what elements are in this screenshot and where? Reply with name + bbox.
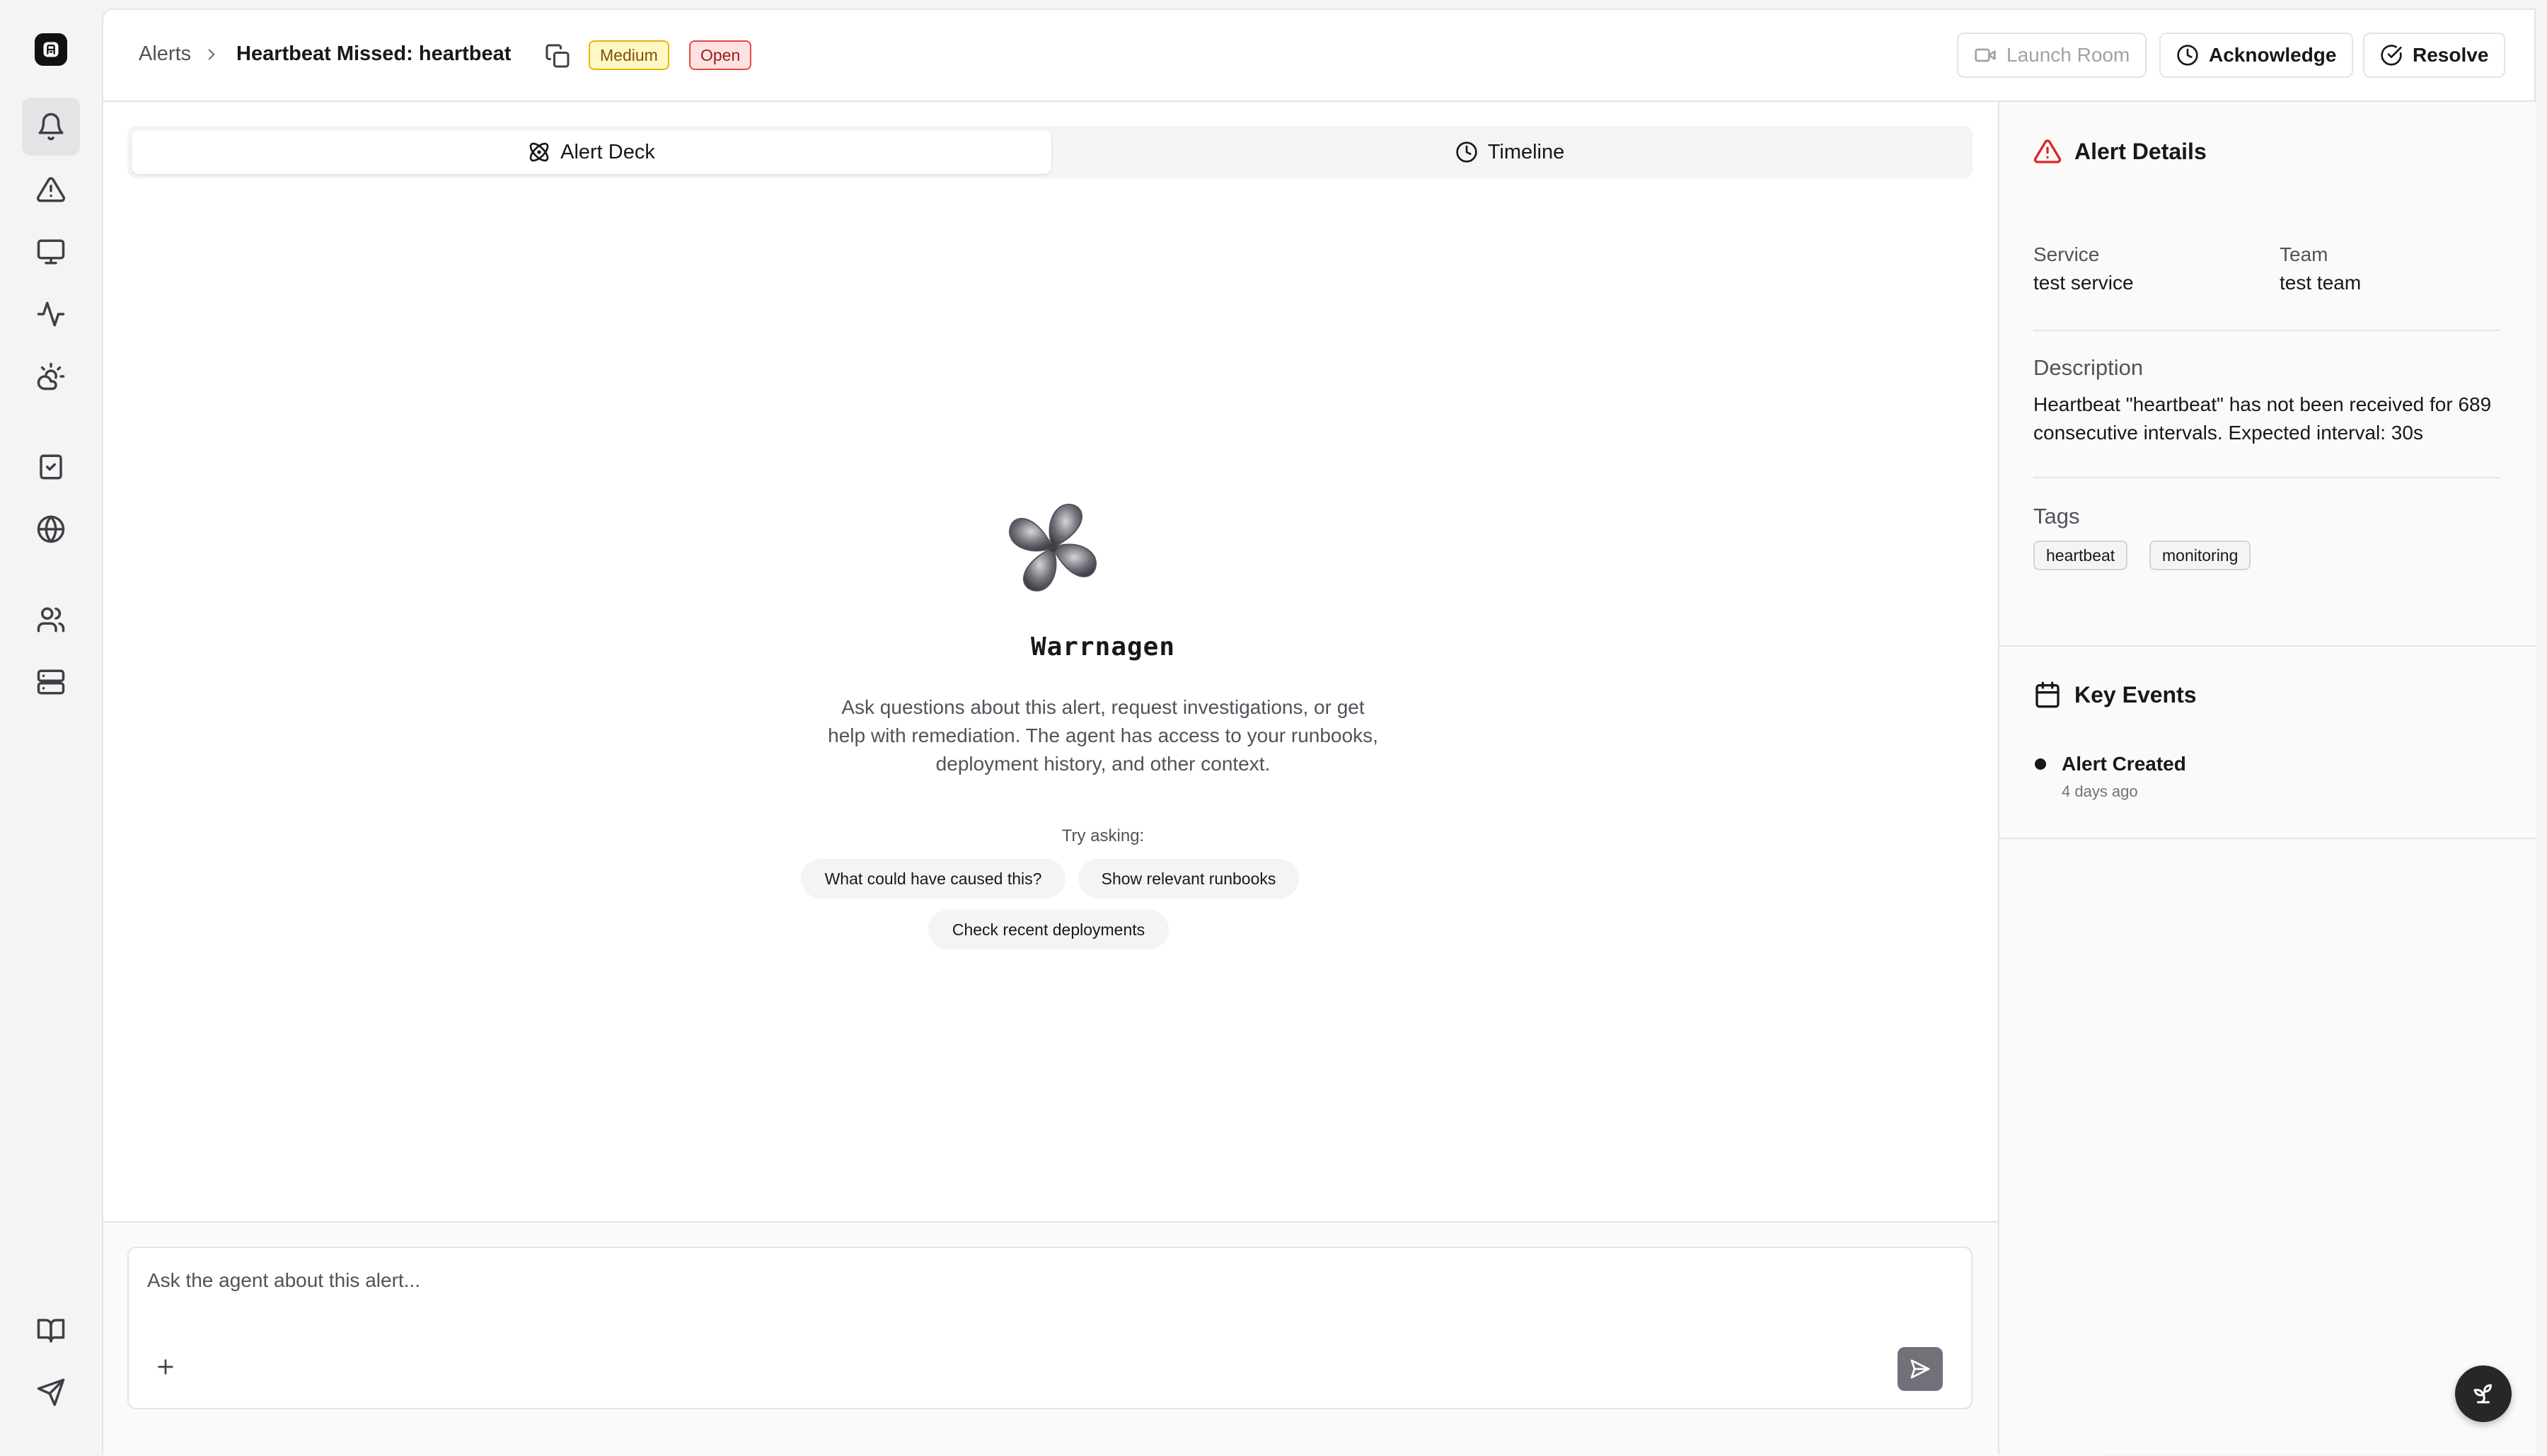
globe-icon [37,515,65,543]
app-logo-icon [43,42,59,57]
divider [2033,477,2500,478]
warning-triangle-icon [2033,139,2062,163]
tag-chip: heartbeat [2033,541,2128,570]
page-title: Heartbeat Missed: heartbeat [236,42,512,65]
main-panel: Alerts Heartbeat Missed: heartbeat Mediu… [102,8,2536,1456]
chat-composer [127,1247,1973,1409]
resolve-button[interactable]: Resolve [2363,33,2506,78]
sidebar-item-docs[interactable] [22,1301,80,1359]
composer-area [103,1221,2103,1456]
sidebar-item-activity[interactable] [22,285,80,343]
alert-details-panel: Alert Details Service test service Team … [1998,102,2536,1455]
chat-input[interactable] [146,1262,1776,1299]
server-icon [37,669,65,695]
sidebar-item-feedback[interactable] [22,1363,80,1421]
chevron-right-icon [202,45,221,64]
clipboard-check-icon [40,454,62,480]
tab-alert-deck-label: Alert Deck [560,140,655,163]
divider [2033,330,2500,331]
assistant-fab-button[interactable] [2455,1365,2512,1422]
acknowledge-button[interactable]: Acknowledge [2159,33,2354,78]
sprout-icon [2473,1384,2492,1404]
view-tabs: Alert Deck Timeline [127,126,1973,178]
sidebar-item-services[interactable] [22,653,80,711]
copy-icon[interactable] [545,43,570,69]
agent-logo-icon [1009,504,1097,591]
plus-icon[interactable] [154,1356,177,1378]
event-time: 4 days ago [2062,782,2138,800]
video-camera-icon [1975,48,1996,62]
alert-details-heading: Alert Details [2033,137,2207,166]
breadcrumb-alerts-link[interactable]: Alerts [139,42,191,66]
section-divider [1999,838,2536,839]
event-title: Alert Created [2062,753,2186,775]
suggestion-chip[interactable]: What could have caused this? [801,859,1065,899]
launch-room-label: Launch Room [2006,44,2130,66]
sidebar-item-alerts[interactable] [22,98,80,156]
description-label: Description [2033,355,2144,380]
sidebar-item-incidents[interactable] [22,161,80,219]
tab-timeline-label: Timeline [1487,140,1565,163]
severity-badge: Medium [589,40,669,70]
clock-icon [1456,141,1477,163]
description-value: Heartbeat "heartbeat" has not been recei… [2033,393,2492,444]
book-open-icon [37,1319,65,1343]
sidebar-item-teams[interactable] [22,591,80,649]
tab-timeline[interactable]: Timeline [1051,130,1968,174]
monitor-icon [37,239,65,265]
users-icon [37,607,65,632]
resolve-label: Resolve [2413,44,2489,66]
tab-alert-deck[interactable]: Alert Deck [132,130,1051,174]
acknowledge-label: Acknowledge [2209,44,2337,66]
send-icon [1910,1359,1930,1379]
agent-name: Warrnagen [1030,632,1176,661]
tag-chip: monitoring [2149,541,2251,570]
calendar-icon [2035,681,2060,708]
sidebar-item-tasks[interactable] [22,438,80,496]
team-label: Team [2280,243,2328,265]
bell-icon [38,112,64,141]
page-header: Alerts Heartbeat Missed: heartbeat Mediu… [103,10,2534,102]
sidebar-item-cloud[interactable] [22,347,80,405]
suggestion-chip[interactable]: Check recent deployments [928,910,1169,949]
warning-triangle-icon [36,177,66,202]
cloud-sun-icon [37,362,65,391]
app-logo[interactable] [35,33,67,66]
agent-description: Ask questions about this alert, request … [828,696,1378,775]
tags-label: Tags [2033,504,2080,528]
service-label: Service [2033,243,2100,265]
team-value: test team [2280,272,2362,294]
atom-icon [529,142,549,162]
launch-room-button[interactable]: Launch Room [1957,33,2147,78]
sidebar-item-monitors[interactable] [22,223,80,281]
suggestion-chip[interactable]: Show relevant runbooks [1078,859,1299,899]
event-dot [2035,758,2046,770]
try-asking-label: Try asking: [1061,826,1145,845]
send-icon [37,1378,65,1406]
key-events-heading: Key Events [2033,681,2197,709]
check-circle-icon [2381,45,2402,66]
sidebar-item-status-pages[interactable] [22,500,80,558]
activity-pulse-icon [37,301,65,327]
left-sidebar [0,0,102,1455]
status-badge: Open [689,40,752,70]
section-divider [1999,645,2536,647]
alert-details-title: Alert Details [2074,138,2207,164]
send-button[interactable] [1898,1347,1943,1391]
key-events-title: Key Events [2074,681,2197,707]
clock-icon [2177,45,2198,66]
service-value: test service [2033,272,2134,294]
